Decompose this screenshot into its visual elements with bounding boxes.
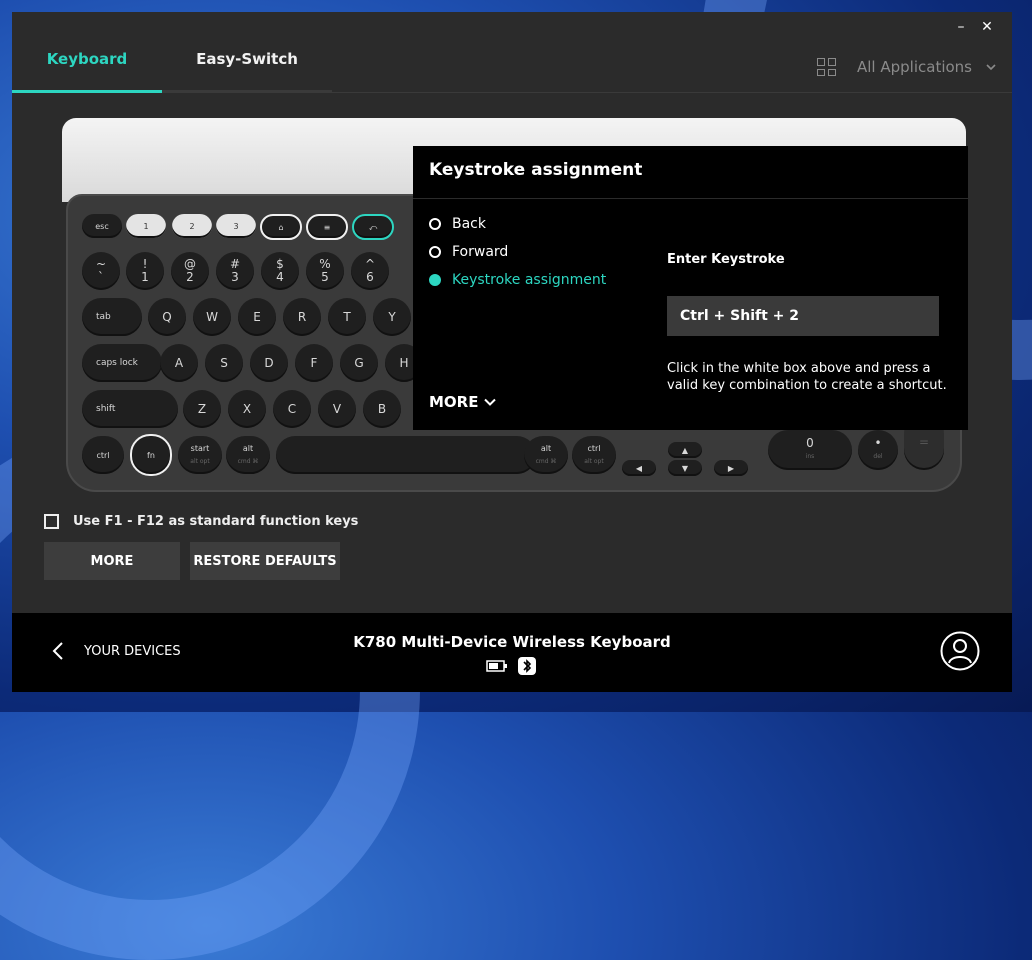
tab-keyboard[interactable]: Keyboard [12, 50, 162, 93]
option-back[interactable]: Back [429, 216, 486, 232]
more-button[interactable]: MORE [44, 542, 180, 580]
popup-title: Keystroke assignment [429, 160, 643, 180]
enter-keystroke-label: Enter Keystroke [667, 252, 785, 267]
key-f5-menu[interactable]: ≡ [306, 214, 348, 240]
applications-dropdown[interactable]: All Applications [817, 58, 996, 76]
key-y[interactable]: Y [373, 298, 411, 336]
key-shift[interactable]: shift [82, 390, 178, 428]
keystroke-assignment-panel: Keystroke assignment Back Forward Keystr… [413, 146, 968, 430]
key-caps-lock[interactable]: caps lock [82, 344, 162, 382]
key-ctrl-right[interactable]: ctrl alt opt [572, 436, 616, 474]
key-f[interactable]: F [295, 344, 333, 382]
key-z[interactable]: Z [183, 390, 221, 428]
key-space[interactable] [276, 436, 536, 474]
key-c[interactable]: C [273, 390, 311, 428]
option-forward[interactable]: Forward [429, 244, 508, 260]
keystroke-input[interactable]: Ctrl + Shift + 2 [667, 296, 939, 336]
function-keys-setting[interactable]: Use F1 - F12 as standard function keys [44, 514, 358, 529]
restore-defaults-button[interactable]: RESTORE DEFAULTS [190, 542, 340, 580]
key-1[interactable]: ! 1 [126, 252, 164, 290]
options-app-window: – ✕ Keyboard Easy-Switch All Application… [12, 12, 1012, 692]
device-name: K780 Multi-Device Wireless Keyboard [353, 633, 671, 651]
key-esc[interactable]: esc [82, 214, 122, 238]
key-alt-left[interactable]: alt cmd ⌘ [226, 436, 270, 474]
chevron-down-icon [484, 398, 497, 406]
key-fn[interactable]: fn [130, 434, 172, 476]
key-e[interactable]: E [238, 298, 276, 336]
key-4[interactable]: $4 [261, 252, 299, 290]
battery-icon [486, 660, 507, 672]
popup-divider [413, 198, 968, 199]
key-arrow-up[interactable]: ▲ [668, 442, 702, 458]
key-f6-back[interactable]: ⤺ [352, 214, 394, 240]
key-num-0[interactable]: 0 ins [768, 430, 852, 470]
key-2[interactable]: @2 [171, 252, 209, 290]
back-arrow-icon: ⤺ [368, 222, 378, 232]
key-a[interactable]: A [160, 344, 198, 382]
arrow-down-icon: ▼ [681, 463, 689, 473]
key-f4-home[interactable]: ⌂ [260, 214, 302, 240]
header-divider [332, 92, 1012, 93]
key-tilde[interactable]: ~ ` [82, 252, 120, 290]
arrow-right-icon: ▶ [727, 463, 735, 473]
chevron-down-icon [986, 64, 996, 71]
key-d[interactable]: D [250, 344, 288, 382]
applications-label: All Applications [857, 58, 972, 76]
key-ctrl-left[interactable]: ctrl [82, 436, 124, 474]
key-f1[interactable]: 1 [126, 214, 166, 238]
key-arrow-right[interactable]: ▶ [714, 460, 748, 476]
key-6[interactable]: ^ 6 [351, 252, 389, 290]
key-start[interactable]: start alt opt [178, 436, 222, 474]
key-r[interactable]: R [283, 298, 321, 336]
menu-icon: ≡ [323, 222, 331, 232]
radio-back[interactable] [429, 218, 441, 230]
radio-forward[interactable] [429, 246, 441, 258]
radio-keystroke-assignment[interactable] [429, 274, 441, 286]
arrow-up-icon: ▲ [681, 445, 689, 455]
footer-bar: YOUR DEVICES K780 Multi-Device Wireless … [12, 613, 1012, 692]
key-arrow-left[interactable]: ◀ [622, 460, 656, 476]
key-g[interactable]: G [340, 344, 378, 382]
key-b[interactable]: B [363, 390, 401, 428]
key-w[interactable]: W [193, 298, 231, 336]
key-x[interactable]: X [228, 390, 266, 428]
key-f2[interactable]: 2 [172, 214, 212, 238]
popup-more-button[interactable]: MORE [429, 393, 497, 411]
key-f3[interactable]: 3 [216, 214, 256, 238]
arrow-left-icon: ◀ [635, 463, 643, 473]
key-alt-right[interactable]: alt cmd ⌘ [524, 436, 568, 474]
key-s[interactable]: S [205, 344, 243, 382]
account-avatar-icon[interactable] [940, 631, 980, 671]
key-arrow-down[interactable]: ▼ [668, 460, 702, 476]
option-keystroke-assignment[interactable]: Keystroke assignment [429, 272, 606, 288]
device-status-icons [486, 657, 536, 675]
keystroke-help-text: Click in the white box above and press a… [667, 361, 947, 393]
bluetooth-icon [518, 657, 536, 675]
key-v[interactable]: V [318, 390, 356, 428]
key-3[interactable]: #3 [216, 252, 254, 290]
function-keys-checkbox[interactable] [44, 514, 59, 529]
key-num-decimal[interactable]: • del [858, 430, 898, 470]
tab-easy-switch[interactable]: Easy-Switch [162, 50, 332, 93]
minimize-button[interactable]: – [950, 16, 972, 38]
key-tab[interactable]: tab [82, 298, 142, 336]
close-button[interactable]: ✕ [976, 16, 998, 38]
key-q[interactable]: Q [148, 298, 186, 336]
grid-icon [817, 58, 836, 76]
key-5[interactable]: % 5 [306, 252, 344, 290]
home-icon: ⌂ [278, 222, 284, 232]
key-t[interactable]: T [328, 298, 366, 336]
